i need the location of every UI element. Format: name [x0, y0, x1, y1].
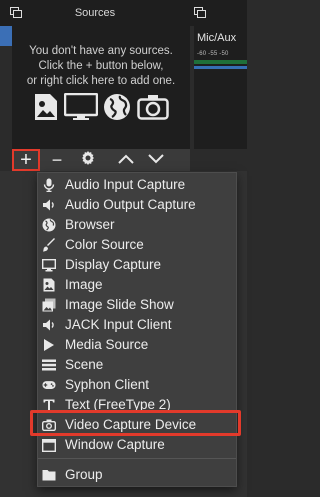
slideshow-icon	[42, 298, 56, 312]
gear-icon	[80, 150, 96, 171]
list-icon	[42, 358, 56, 372]
globe-icon	[42, 218, 56, 232]
speaker-icon	[42, 318, 56, 332]
audio-mixer-panel: Mic/Aux -60 -55 -50	[194, 26, 247, 149]
menu-item-syphon-client[interactable]: Syphon Client	[38, 375, 236, 395]
volume-meter	[194, 60, 247, 64]
scenes-selection-edge	[0, 26, 12, 46]
gamepad-icon	[42, 378, 56, 392]
menu-item-display-capture[interactable]: Display Capture	[38, 255, 236, 275]
chevron-down-icon	[148, 151, 164, 169]
menu-item-jack-input-client[interactable]: JACK Input Client	[38, 315, 236, 335]
menu-item-audio-input-capture[interactable]: Audio Input Capture	[38, 175, 236, 195]
move-source-up-button[interactable]	[115, 149, 137, 171]
sources-panel-title: Sources	[74, 7, 116, 19]
video-capture-device-highlight	[30, 410, 241, 436]
empty-sources-icons	[34, 92, 169, 126]
move-source-down-button[interactable]	[145, 149, 167, 171]
image-icon	[42, 278, 56, 292]
plus-icon: +	[20, 149, 32, 171]
volume-slider[interactable]	[194, 66, 247, 69]
window-icon	[42, 438, 56, 452]
chevron-up-icon	[118, 151, 134, 169]
dock-title-bar: Sources	[0, 0, 247, 26]
menu-item-image[interactable]: Image	[38, 275, 236, 295]
minus-icon: −	[51, 149, 63, 170]
menu-item-window-capture[interactable]: Window Capture	[38, 435, 236, 455]
sources-list[interactable]: You don't have any sources. Click the + …	[12, 26, 190, 149]
menu-item-audio-output-capture[interactable]: Audio Output Capture	[38, 195, 236, 215]
folder-icon	[42, 468, 56, 482]
mixer-db-scale: -60 -55 -50	[197, 51, 229, 57]
sources-toolbar: + −	[12, 149, 190, 171]
speaker-icon	[42, 198, 56, 212]
empty-sources-message: You don't have any sources. Click the + …	[26, 45, 176, 87]
display-icon	[63, 92, 98, 126]
image-icon	[34, 93, 58, 126]
paint-brush-icon	[42, 238, 56, 252]
display-icon	[42, 258, 56, 272]
menu-item-group[interactable]: Group	[38, 465, 236, 485]
menu-item-media-source[interactable]: Media Source	[38, 335, 236, 355]
float-dock-icon[interactable]	[194, 7, 206, 19]
menu-separator	[38, 458, 236, 459]
add-source-button[interactable]: +	[12, 149, 40, 171]
menu-item-color-source[interactable]: Color Source	[38, 235, 236, 255]
mixer-channel-label: Mic/Aux	[197, 32, 237, 44]
microphone-icon	[42, 178, 56, 192]
play-icon	[42, 338, 56, 352]
camera-icon	[137, 94, 169, 125]
add-source-menu: Audio Input Capture Audio Output Capture…	[37, 172, 237, 487]
remove-source-button[interactable]: −	[46, 149, 68, 171]
menu-item-browser[interactable]: Browser	[38, 215, 236, 235]
source-properties-button[interactable]	[77, 149, 99, 171]
globe-icon	[103, 93, 131, 126]
menu-item-scene[interactable]: Scene	[38, 355, 236, 375]
menu-item-image-slide-show[interactable]: Image Slide Show	[38, 295, 236, 315]
